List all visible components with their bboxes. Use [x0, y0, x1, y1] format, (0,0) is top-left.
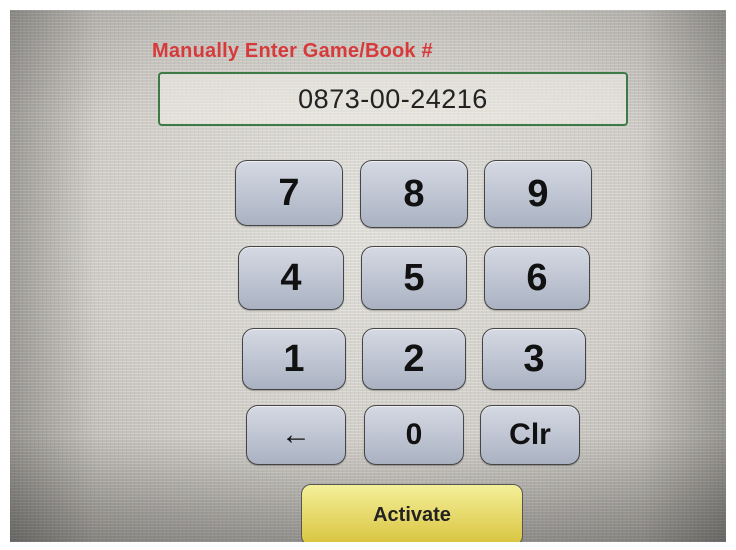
key-6[interactable]: 6 — [484, 246, 590, 310]
activate-button[interactable]: Activate — [301, 484, 523, 542]
backspace-key[interactable]: ← — [246, 405, 346, 465]
entry-value: 0873-00-24216 — [298, 83, 488, 114]
key-1[interactable]: 1 — [242, 328, 346, 390]
arrow-left-icon: ← — [281, 418, 311, 451]
clear-key[interactable]: Clr — [480, 405, 580, 465]
key-4[interactable]: 4 — [238, 246, 344, 310]
key-0[interactable]: 0 — [364, 405, 464, 465]
game-book-input[interactable]: 0873-00-24216 — [158, 72, 628, 126]
key-8[interactable]: 8 — [360, 160, 468, 228]
key-7[interactable]: 7 — [235, 160, 343, 226]
key-2[interactable]: 2 — [362, 328, 466, 390]
key-3[interactable]: 3 — [482, 328, 586, 390]
terminal-screen: Manually Enter Game/Book # 0873-00-24216… — [10, 10, 726, 542]
entry-label: Manually Enter Game/Book # — [152, 40, 433, 62]
key-5[interactable]: 5 — [361, 246, 467, 310]
key-9[interactable]: 9 — [484, 160, 592, 228]
